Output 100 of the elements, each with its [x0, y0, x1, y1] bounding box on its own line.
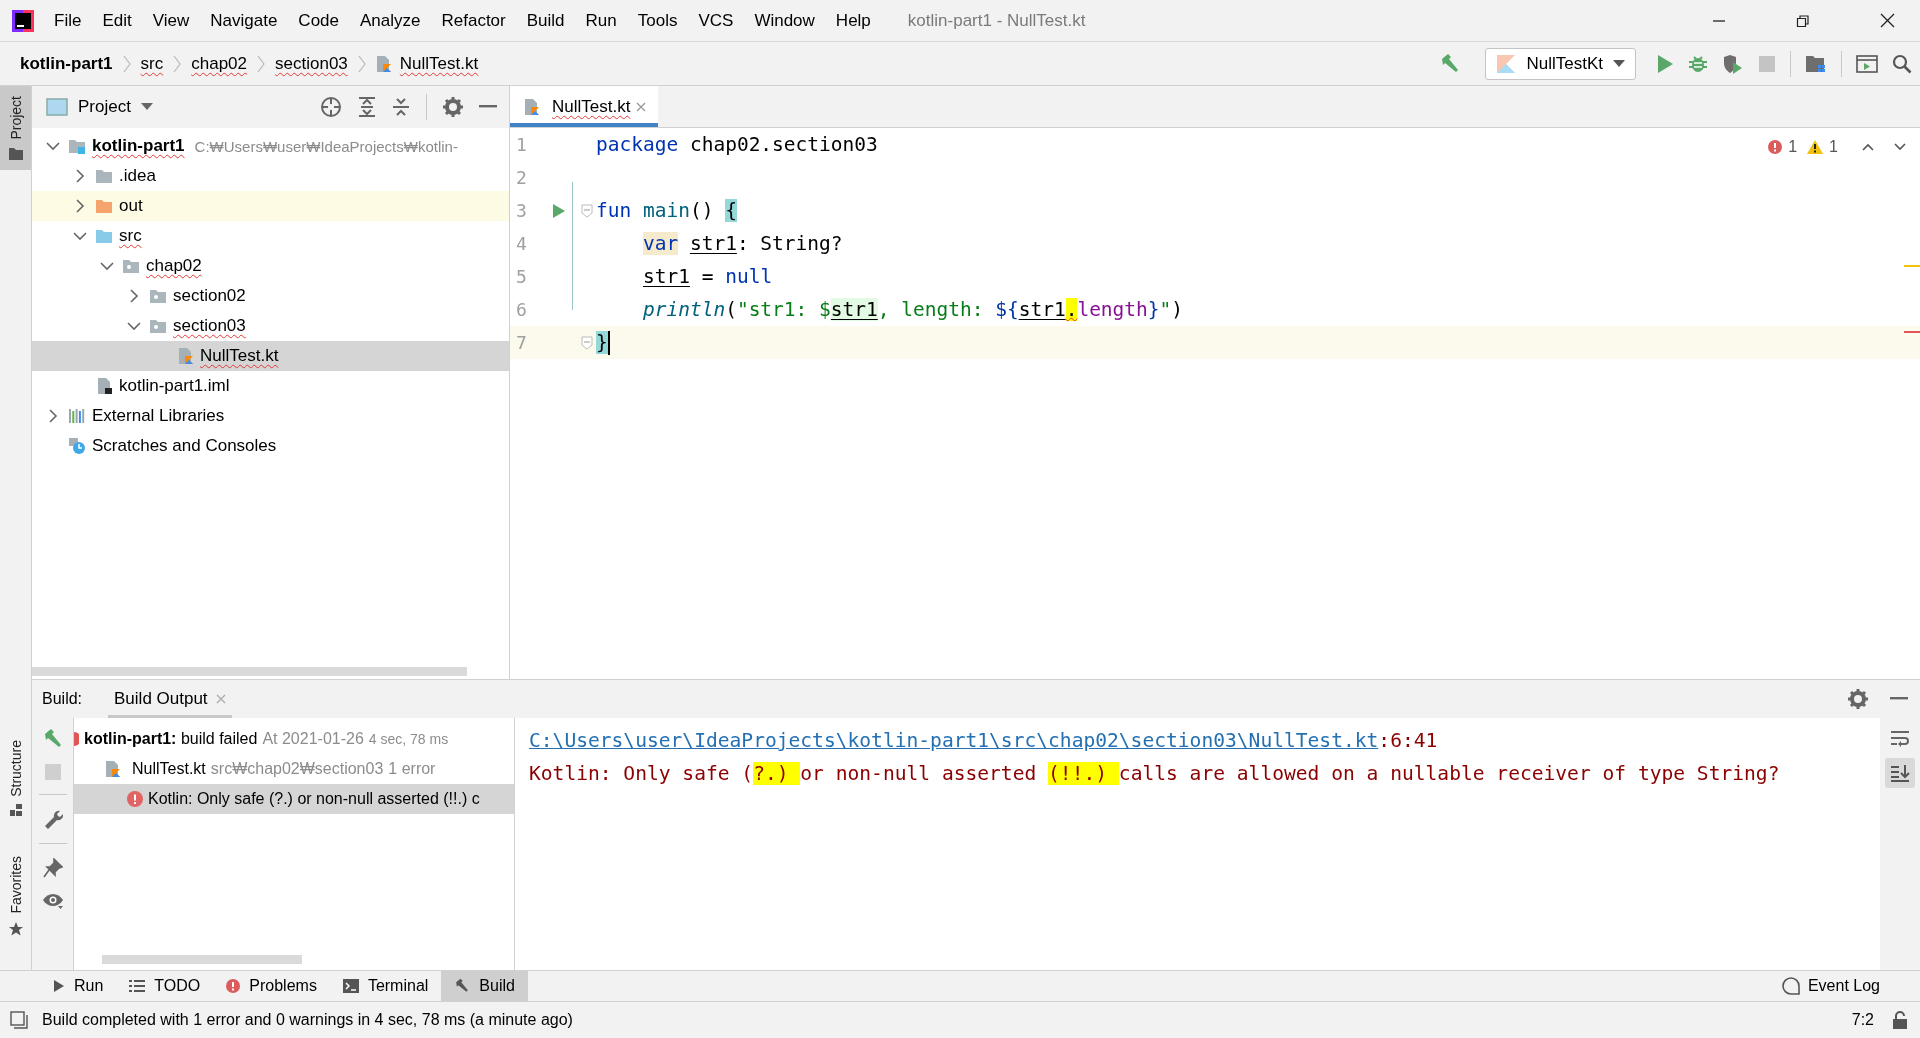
file-icon	[95, 377, 113, 395]
pin-icon[interactable]	[42, 858, 63, 878]
eye-icon[interactable]	[41, 892, 64, 910]
breadcrumb[interactable]: NullTest.kt	[397, 53, 481, 74]
tree-item[interactable]: .idea	[32, 161, 509, 191]
project-structure-icon[interactable]	[1805, 53, 1827, 74]
event-log-tab[interactable]: Event Log	[1781, 971, 1920, 1001]
tool-window-tab[interactable]: Terminal	[329, 971, 442, 1001]
collapse-all-icon[interactable]	[392, 97, 410, 117]
tool-window-tab[interactable]: Build	[441, 971, 528, 1001]
menu-item[interactable]: Build	[526, 10, 565, 31]
tree-item[interactable]: src	[32, 221, 509, 251]
menu-item[interactable]: Code	[298, 10, 339, 31]
project-view-icon	[46, 98, 68, 116]
tool-window-tab[interactable]: Run	[40, 971, 117, 1001]
build-tree-item[interactable]: kotlin-part1: build failed At 2021-01-26 4 sec, 78 ms	[74, 724, 514, 754]
breadcrumb[interactable]: chap02	[189, 53, 249, 74]
run-icon[interactable]	[552, 202, 566, 219]
collapsed-chevron-icon[interactable]	[73, 169, 87, 183]
chevron-down-icon[interactable]	[1894, 143, 1906, 151]
build-tree-item[interactable]: Kotlin: Only safe (?.) or non-null asserted (!!.) c	[74, 784, 514, 814]
scratch-clock-icon	[68, 437, 86, 455]
locate-icon[interactable]	[320, 96, 342, 118]
tree-label: src	[119, 226, 142, 246]
expanded-chevron-icon[interactable]	[100, 259, 114, 273]
menu-item[interactable]: VCS	[698, 10, 734, 31]
collapsed-chevron-icon[interactable]	[73, 199, 87, 213]
menu-item[interactable]: Window	[754, 10, 815, 31]
tree-item[interactable]: NullTest.kt	[32, 341, 509, 371]
run-configuration-dropdown[interactable]: NullTestKt	[1485, 47, 1636, 80]
file-path: src₩chap02₩section03	[210, 760, 384, 778]
close-icon[interactable]	[1880, 13, 1895, 28]
panel-title[interactable]: Project	[78, 97, 131, 117]
settings-icon[interactable]	[1848, 689, 1868, 709]
expanded-chevron-icon[interactable]	[46, 139, 60, 153]
side-tab[interactable]: Favorites	[0, 846, 31, 946]
panel-toggle-icon[interactable]	[10, 1011, 28, 1029]
collapsed-chevron-icon[interactable]	[127, 289, 141, 303]
menu-item[interactable]: Help	[835, 10, 871, 31]
tool-window-tab[interactable]: Problems	[213, 971, 330, 1001]
restore-icon[interactable]	[1796, 13, 1810, 28]
line-number: 4	[515, 233, 528, 254]
window-run-icon[interactable]	[1856, 53, 1878, 74]
menu-item[interactable]: Refactor	[441, 10, 506, 31]
breadcrumb[interactable]: section03	[273, 53, 350, 74]
tree-item[interactable]: kotlin-part1.iml	[32, 371, 509, 401]
menu-item[interactable]: Navigate	[210, 10, 278, 31]
tree-item[interactable]: External Libraries	[32, 401, 509, 431]
tree-label: Scratches and Consoles	[92, 436, 277, 456]
tree-label: External Libraries	[92, 406, 225, 426]
chevron-up-icon[interactable]	[1862, 143, 1874, 151]
tool-window-tab[interactable]: TODO	[116, 971, 214, 1001]
breadcrumb[interactable]: src	[138, 53, 166, 74]
minimize-icon[interactable]	[479, 105, 497, 109]
expanded-chevron-icon[interactable]	[73, 229, 87, 243]
search-icon[interactable]	[1892, 53, 1912, 74]
scrollbar[interactable]	[32, 667, 467, 676]
side-tab[interactable]: Project	[0, 86, 31, 170]
menu-item[interactable]: Run	[585, 10, 617, 31]
settings-icon[interactable]	[443, 97, 463, 117]
tree-item[interactable]: Scratches and Consoles	[32, 431, 509, 461]
menu-item[interactable]: Edit	[102, 10, 132, 31]
unlock-icon[interactable]	[1892, 1011, 1908, 1029]
menu-item[interactable]: File	[54, 10, 82, 31]
file-link[interactable]: C:\Users\user\IdeaProjects\kotlin-part1\src\chap02\section03\NullTest.kt	[529, 729, 1379, 752]
minimize-icon[interactable]	[1890, 697, 1908, 701]
scroll-to-end-button[interactable]	[1885, 758, 1915, 788]
bug-icon[interactable]	[1688, 53, 1708, 74]
window-title: kotlin-part1 - NullTest.kt	[907, 10, 1086, 31]
speech-bubble-icon	[1781, 977, 1800, 995]
terminal-icon	[342, 979, 359, 993]
run-icon[interactable]	[1656, 53, 1674, 74]
menu-item[interactable]: Tools	[637, 10, 678, 31]
kotlin-file-icon	[176, 347, 194, 365]
warning-icon	[1807, 140, 1824, 154]
warning-count[interactable]: 1	[1829, 138, 1838, 156]
scrollbar[interactable]	[102, 955, 302, 964]
chevron-icon	[357, 53, 366, 74]
caret-icon[interactable]	[140, 103, 153, 111]
menu-item[interactable]: View	[152, 10, 190, 31]
editor-tab[interactable]: NullTest.kt	[510, 86, 659, 127]
expanded-chevron-icon[interactable]	[127, 319, 141, 333]
tree-item[interactable]: out	[32, 191, 509, 221]
expand-all-icon[interactable]	[358, 97, 376, 117]
build-tree-item[interactable]: NullTest.kt src₩chap02₩section03 1 error	[74, 754, 514, 784]
collapsed-chevron-icon[interactable]	[46, 409, 60, 423]
coverage-icon[interactable]	[1722, 53, 1744, 74]
breadcrumb[interactable]: kotlin-part1	[18, 53, 115, 74]
file-name: NullTest.kt	[132, 760, 206, 778]
menu-item[interactable]: Analyze	[360, 10, 421, 31]
soft-wrap-icon[interactable]	[1890, 730, 1910, 748]
tree-item[interactable]: section02	[32, 281, 509, 311]
tree-item[interactable]: section03	[32, 311, 509, 341]
error-count[interactable]: 1	[1788, 138, 1798, 156]
star-icon	[8, 921, 23, 936]
folder-icon	[95, 167, 113, 185]
tree-item[interactable]: kotlin-part1 C:₩Users₩user₩IdeaProjects₩kotlin-	[32, 131, 509, 161]
tree-item[interactable]: chap02	[32, 251, 509, 281]
cursor-position[interactable]: 7:2	[1851, 1011, 1874, 1029]
side-tab[interactable]: Structure	[0, 729, 31, 827]
